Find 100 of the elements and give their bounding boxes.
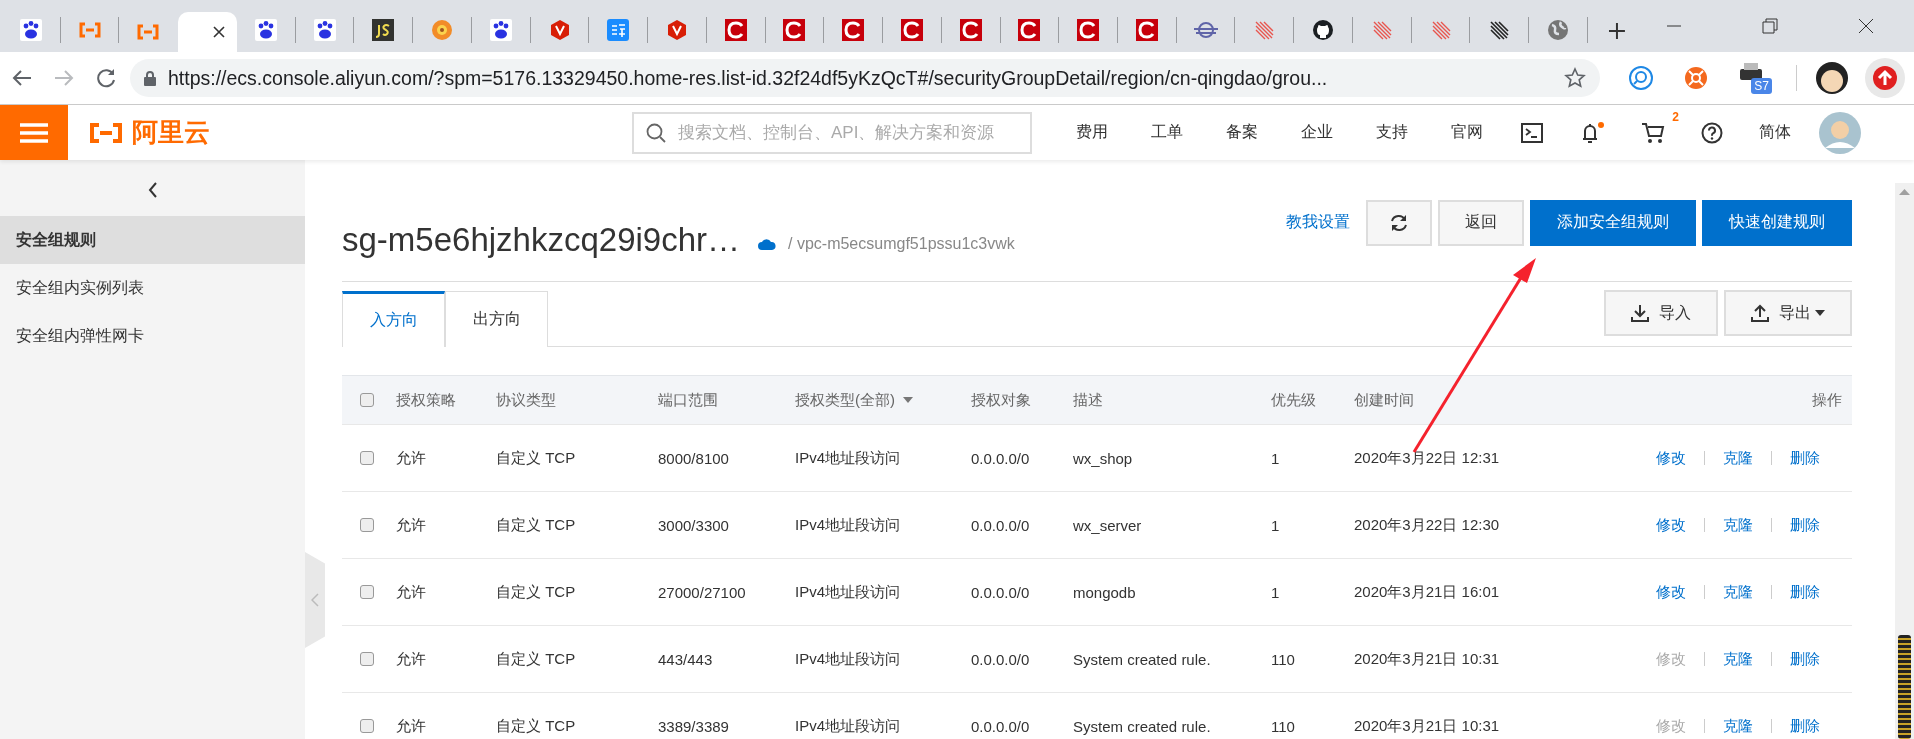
c-logo-icon	[783, 19, 806, 41]
action-link[interactable]: 克隆	[1723, 582, 1753, 602]
export-icon	[1751, 304, 1769, 322]
table-cell: 110	[1271, 650, 1295, 668]
column-header: 优先级	[1271, 390, 1316, 408]
collapse-icon[interactable]	[147, 182, 158, 198]
row-checkbox[interactable]	[360, 719, 374, 733]
row-checkbox[interactable]	[360, 518, 374, 532]
action-link[interactable]: 克隆	[1723, 716, 1753, 736]
plus-icon[interactable]	[1607, 22, 1626, 40]
action-link[interactable]: 修改	[1656, 582, 1686, 602]
column-header: 端口范围	[658, 390, 718, 408]
direction-tab[interactable]: 出方向	[445, 291, 548, 347]
table-cell: mongodb	[1073, 583, 1136, 601]
back-button[interactable]: 返回	[1438, 199, 1524, 246]
row-checkbox[interactable]	[360, 451, 374, 465]
action-link: 修改	[1656, 716, 1686, 736]
flower-icon	[431, 19, 454, 41]
cart-icon[interactable]	[1641, 121, 1665, 144]
scrollbar[interactable]	[1895, 183, 1914, 739]
table-cell: IPv4地址段访问	[795, 515, 900, 533]
column-header: 协议类型	[496, 390, 556, 408]
table-cell: 110	[1271, 717, 1295, 735]
action-link[interactable]: 删除	[1790, 448, 1820, 468]
bracket-icon	[77, 22, 102, 38]
table-cell: 自定义 TCP	[496, 649, 576, 667]
close-icon[interactable]	[213, 26, 225, 38]
scroll-thumb[interactable]	[1898, 635, 1911, 739]
primary-button[interactable]: 快速创建规则	[1702, 199, 1852, 246]
sidebar-item[interactable]: 安全组规则	[0, 216, 305, 264]
c-logo-icon	[842, 19, 865, 41]
action-link[interactable]: 删除	[1790, 582, 1820, 602]
sidebar-item[interactable]: 安全组内实例列表	[0, 264, 305, 312]
planet-icon	[1192, 19, 1219, 41]
help-icon[interactable]	[1701, 121, 1723, 144]
language-link[interactable]: 简体	[1759, 122, 1791, 143]
help-link[interactable]: 教我设置	[1286, 212, 1350, 233]
export-button[interactable]: 导出	[1724, 290, 1852, 336]
action-link[interactable]: 克隆	[1723, 649, 1753, 669]
action-link: 修改	[1656, 649, 1686, 669]
table-cell: 自定义 TCP	[496, 515, 576, 533]
action-link[interactable]: 删除	[1790, 716, 1820, 736]
table-cell: 3000/3300	[658, 516, 729, 534]
column-header: 授权类型(全部)	[795, 390, 895, 410]
search-field[interactable]: 搜索文档、控制台、API、解决方案和资源	[632, 111, 1032, 154]
c-logo-icon	[1077, 19, 1100, 41]
avatar-icon[interactable]	[1815, 61, 1849, 95]
nav-link[interactable]: 官网	[1451, 122, 1483, 143]
star-icon[interactable]	[1564, 67, 1586, 89]
table-cell: wx_shop	[1073, 449, 1133, 467]
nav-link[interactable]: 备案	[1226, 122, 1258, 143]
import-button[interactable]: 导入	[1604, 290, 1718, 336]
nav-link[interactable]: 工单	[1151, 122, 1183, 143]
table-cell: IPv4地址段访问	[795, 716, 900, 734]
menu-icon	[20, 121, 48, 144]
action-link[interactable]: 删除	[1790, 649, 1820, 669]
back-icon[interactable]	[12, 68, 32, 88]
restore-icon[interactable]	[1762, 18, 1778, 34]
caret-icon	[1815, 310, 1825, 316]
terminal-icon[interactable]	[1521, 122, 1543, 143]
search-icon	[646, 122, 666, 143]
table-cell: System created rule.	[1073, 717, 1211, 735]
hexagon-icon	[548, 19, 571, 41]
caret-icon[interactable]	[903, 397, 913, 403]
sidebar-item[interactable]: 安全组内弹性网卡	[0, 312, 305, 360]
action-link[interactable]: 删除	[1790, 515, 1820, 535]
address-bar[interactable]: https://ecs.console.aliyun.com/?spm=5176.13329450.home-res.list-id.32f24df5yKzQcT#/securityGroupDetail/region/cn-qingdao/grou...	[130, 59, 1600, 97]
action-link[interactable]: 克隆	[1723, 448, 1753, 468]
row-checkbox[interactable]	[360, 652, 374, 666]
reload-icon[interactable]	[96, 68, 116, 88]
action-link[interactable]: 修改	[1656, 448, 1686, 468]
nav-link[interactable]: 支持	[1376, 122, 1408, 143]
table-cell: IPv4地址段访问	[795, 649, 900, 667]
table-cell: 2020年3月22日 12:30	[1354, 515, 1500, 533]
action-link[interactable]: 克隆	[1723, 515, 1753, 535]
primary-button[interactable]: 添加安全组规则	[1530, 199, 1696, 246]
table-cell: 2020年3月21日 16:01	[1354, 582, 1500, 600]
upload-icon[interactable]	[1865, 58, 1905, 98]
vpc-id: / vpc-m5ecsumgf51pssu1c3vwk	[788, 234, 1015, 253]
table-cell: IPv4地址段访问	[795, 448, 900, 466]
select-all-checkbox[interactable]	[360, 393, 374, 407]
refresh-icon	[1390, 213, 1408, 232]
lifebuoy-icon[interactable]	[1684, 66, 1708, 90]
c-logo-icon	[959, 19, 982, 41]
nav-link[interactable]: 企业	[1301, 122, 1333, 143]
column-header: 授权策略	[396, 390, 456, 408]
table-cell: 自定义 TCP	[496, 448, 576, 466]
cloud-icon	[758, 237, 776, 250]
close-icon[interactable]	[1858, 18, 1874, 34]
table-cell: 允许	[396, 582, 426, 600]
nav-link[interactable]: 费用	[1076, 122, 1108, 143]
magnifier-icon[interactable]	[1628, 65, 1654, 91]
menu-button[interactable]	[0, 105, 68, 160]
direction-tab[interactable]: 入方向	[342, 291, 445, 347]
action-link[interactable]: 修改	[1656, 515, 1686, 535]
refresh-button[interactable]	[1366, 199, 1432, 246]
import-icon	[1631, 304, 1649, 322]
printer-extension[interactable]: S7	[1738, 62, 1772, 94]
logo-text: 阿里云	[132, 116, 210, 149]
row-checkbox[interactable]	[360, 585, 374, 599]
